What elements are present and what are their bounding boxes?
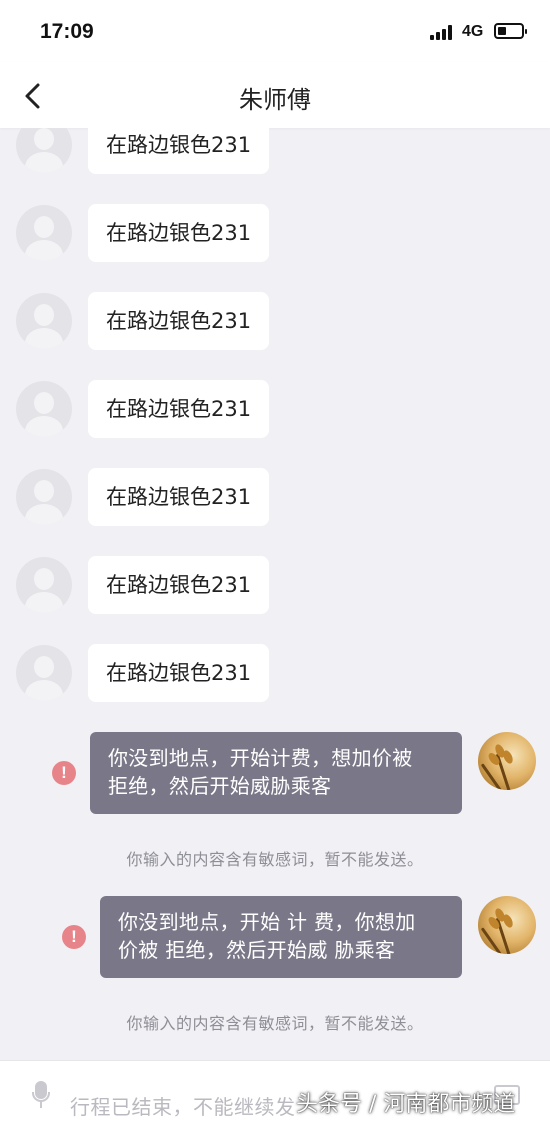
message-line: 拒绝，然后开始威胁乘客	[108, 774, 332, 798]
message-line: 你没到地点，开始 计 费，你想加	[118, 910, 416, 934]
error-icon[interactable]: !	[62, 925, 86, 949]
message-bubble[interactable]: 在路边银色231	[88, 556, 270, 614]
message-bubble[interactable]: 在路边银色231	[88, 204, 270, 262]
avatar[interactable]	[16, 205, 72, 261]
page-title: 朱师傅	[239, 86, 311, 114]
avatar[interactable]	[16, 293, 72, 349]
avatar[interactable]	[478, 732, 536, 790]
avatar[interactable]	[16, 645, 72, 701]
avatar[interactable]	[16, 557, 72, 613]
network-type: 4G	[462, 23, 484, 40]
send-failed-notice: 你输入的内容含有敏感词，暂不能发送。	[126, 1014, 424, 1033]
microphone-icon[interactable]	[30, 1081, 52, 1109]
received-message: 在路边银色231	[0, 556, 550, 616]
message-input[interactable]: 行程已结束，不能继续发	[70, 1091, 296, 1120]
received-message: 在路边银色231	[0, 292, 550, 352]
message-bubble[interactable]: 在路边银色231	[88, 128, 270, 174]
avatar[interactable]	[16, 381, 72, 437]
error-icon[interactable]: !	[52, 761, 76, 785]
received-message: 在路边银色231	[0, 468, 550, 528]
message-bubble[interactable]: 在路边银色231	[88, 644, 270, 702]
chat-message-list[interactable]: 在路边银色231 在路边银色231 在路边银色231 在路边银色231 在路边银…	[0, 128, 550, 1060]
received-message: 在路边银色231	[0, 128, 550, 176]
battery-icon	[494, 23, 527, 39]
signal-strength-icon	[430, 24, 456, 40]
message-bubble[interactable]: 在路边银色231	[88, 468, 270, 526]
watermark: 头条号 / 河南都市频道	[296, 1092, 516, 1117]
received-message: 在路边银色231	[0, 204, 550, 264]
message-bubble[interactable]: 在路边银色231	[88, 380, 270, 438]
send-failed-notice: 你输入的内容含有敏感词，暂不能发送。	[126, 850, 424, 869]
avatar[interactable]	[16, 469, 72, 525]
avatar[interactable]	[16, 128, 72, 173]
status-bar: 17:09 4G	[0, 0, 550, 62]
status-time: 17:09	[40, 20, 94, 43]
nav-bar: 朱师傅	[0, 62, 550, 128]
message-line: 你没到地点，开始计费，想加价被	[108, 746, 413, 770]
message-bubble[interactable]: 在路边银色231	[88, 292, 270, 350]
avatar[interactable]	[478, 896, 536, 954]
received-message: 在路边银色231	[0, 380, 550, 440]
sent-message-bubble[interactable]: 你没到地点，开始 计 费，你想加 价被 拒绝，然后开始威 胁乘客	[100, 896, 462, 978]
sent-message-bubble[interactable]: 你没到地点，开始计费，想加价被 拒绝，然后开始威胁乘客	[90, 732, 462, 814]
received-message: 在路边银色231	[0, 644, 550, 704]
message-line: 价被 拒绝，然后开始威 胁乘客	[118, 938, 396, 962]
